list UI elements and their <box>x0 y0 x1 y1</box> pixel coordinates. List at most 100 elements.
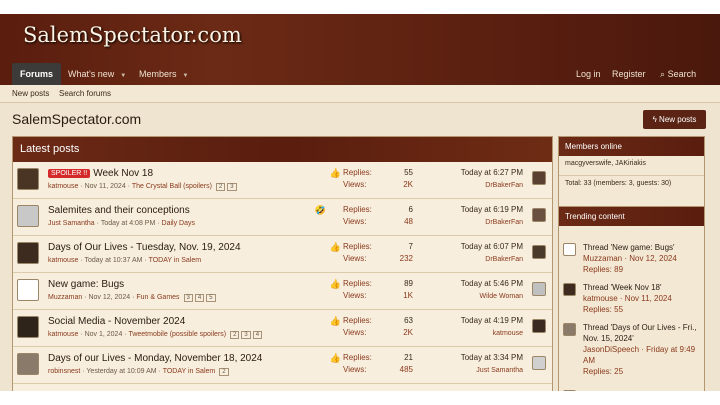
page-link[interactable]: 3 <box>227 183 237 191</box>
members-online-heading: Members online <box>559 137 704 156</box>
chevron-down-icon[interactable]: ▼ <box>183 73 189 79</box>
thread-meta: Muzzaman · Nov 12, 2024 · Fun & Games 34… <box>48 294 216 302</box>
last-post-user[interactable]: Wilde Woman <box>480 293 523 300</box>
login-link[interactable]: Log in <box>568 63 609 85</box>
trending-block: Trending content Thread 'New game: Bugs'… <box>558 206 705 391</box>
avatar[interactable] <box>17 168 39 190</box>
avatar[interactable] <box>563 283 576 296</box>
trending-title[interactable]: Thread 'New game: Bugs' <box>583 243 675 252</box>
last-post-user[interactable]: Just Samantha <box>476 367 523 374</box>
thread-title[interactable]: Social Media - November 2024 <box>48 316 185 327</box>
page-link[interactable]: 3 <box>241 331 251 339</box>
reaction-icon: 🤣 <box>314 205 326 215</box>
thread-date[interactable]: Yesterday at 10:09 AM <box>86 368 156 375</box>
thread-row: Days of our Lives - Monday, November 18,… <box>13 347 552 384</box>
thread-title[interactable]: Salemites and their conceptions <box>48 205 190 216</box>
site-header: SalemSpectator.com Forums What's new ▼ Me… <box>0 14 720 85</box>
trending-title[interactable]: Thread 'Days of Our Lives - <box>583 390 681 391</box>
page-link[interactable]: 2 <box>230 331 240 339</box>
thread-forum[interactable]: The Crystal Ball (spoilers) <box>132 183 212 190</box>
last-poster-avatar[interactable] <box>532 356 546 370</box>
thread-forum[interactable]: Daily Days <box>162 220 195 227</box>
last-post-time[interactable]: Today at 6:19 PM <box>461 205 523 214</box>
avatar[interactable] <box>563 390 576 391</box>
reaction-icon: 👍 <box>329 316 341 326</box>
tab-forums[interactable]: Forums <box>12 63 62 85</box>
last-poster-avatar[interactable] <box>532 245 546 259</box>
trending-meta[interactable]: katmouse · Nov 11, 2024 <box>583 294 672 303</box>
thread-author[interactable]: Just Samantha <box>48 220 95 227</box>
tab-members[interactable]: Members ▼ <box>131 63 196 85</box>
tab-whats-new[interactable]: What's new ▼ <box>60 63 134 85</box>
thread-title[interactable]: SPOILER !! Week Nov 18 <box>48 168 153 179</box>
avatar[interactable] <box>17 242 39 264</box>
thread-date[interactable]: Nov 12, 2024 <box>88 294 130 301</box>
members-online-names[interactable]: macgyverswife, JAKiriakis <box>559 156 704 176</box>
thread-meta: robinsnest · Yesterday at 10:09 AM · TOD… <box>48 368 229 376</box>
reaction-icon: 👍 <box>329 353 341 363</box>
thread-forum[interactable]: TODAY in Salem <box>163 368 216 375</box>
avatar[interactable] <box>563 323 576 336</box>
site-logo[interactable]: SalemSpectator.com <box>23 23 242 47</box>
trending-heading: Trending content <box>559 207 704 226</box>
thread-forum[interactable]: TODAY in Salem <box>149 257 202 264</box>
page-link[interactable]: 4 <box>194 294 205 302</box>
last-post-user[interactable]: DrBakerFan <box>485 256 523 263</box>
search-link[interactable]: ⌕ Search <box>652 63 704 85</box>
avatar[interactable] <box>563 243 576 256</box>
thread-author[interactable]: robinsnest <box>48 368 80 375</box>
thread-forum[interactable]: Fun & Games <box>136 294 179 301</box>
thread-date[interactable]: Nov 1, 2024 <box>85 331 123 338</box>
page-link[interactable]: 5 <box>206 294 216 302</box>
page-link[interactable]: 4 <box>252 331 263 339</box>
thread-date[interactable]: Today at 4:08 PM <box>101 220 155 227</box>
trending-meta[interactable]: Muzzaman · Nov 12, 2024 <box>583 254 677 263</box>
last-poster-avatar[interactable] <box>532 319 546 333</box>
members-online-block: Members online macgyverswife, JAKiriakis… <box>558 136 705 208</box>
last-poster-avatar[interactable] <box>532 171 546 185</box>
new-posts-button[interactable]: ϟ New posts <box>643 110 706 129</box>
thread-author[interactable]: katmouse <box>48 257 78 264</box>
chevron-down-icon[interactable]: ▼ <box>120 73 126 79</box>
trending-meta[interactable]: JasonDiSpeech · Friday at 9:49 AM <box>583 345 695 365</box>
avatar[interactable] <box>17 205 39 227</box>
avatar[interactable] <box>17 316 39 338</box>
new-posts-link[interactable]: New posts <box>12 89 49 98</box>
tab-whats-new-label: What's new <box>68 69 115 79</box>
last-post-time[interactable]: Today at 3:34 PM <box>461 353 523 362</box>
thread-title[interactable]: Days of Our Lives - Tuesday, Nov. 19, 20… <box>48 242 241 253</box>
thread-title[interactable]: New game: Bugs <box>48 279 124 290</box>
avatar[interactable] <box>17 279 39 301</box>
last-post-user[interactable]: DrBakerFan <box>485 219 523 226</box>
page-link[interactable]: 2 <box>215 183 226 191</box>
last-poster-avatar[interactable] <box>532 208 546 222</box>
views-count: 232 <box>399 254 413 263</box>
trending-title[interactable]: Thread 'Days of Our Lives - Fri., Nov. 1… <box>583 323 697 343</box>
page-link[interactable]: 2 <box>219 368 229 376</box>
new-posts-button-label: New posts <box>659 115 697 124</box>
last-post-user[interactable]: katmouse <box>493 330 523 337</box>
last-post-user[interactable]: DrBakerFan <box>485 182 523 189</box>
last-poster-avatar[interactable] <box>532 282 546 296</box>
thread-row: SPOILER !! Week Nov 18 katmouse · Nov 11,… <box>13 162 552 199</box>
thread-author[interactable]: katmouse <box>48 183 78 190</box>
trending-title[interactable]: Thread 'Week Nov 18' <box>583 283 662 292</box>
last-post-time[interactable]: Today at 6:27 PM <box>461 168 523 177</box>
search-forums-link[interactable]: Search forums <box>59 89 111 98</box>
thread-date[interactable]: Nov 11, 2024 <box>85 183 126 190</box>
replies-label: Replies: <box>343 242 372 251</box>
last-post-time[interactable]: Today at 5:46 PM <box>461 279 523 288</box>
thread-forum[interactable]: Tweetmobile (possible spoilers) <box>128 331 226 338</box>
last-post-time[interactable]: Today at 4:19 PM <box>461 316 523 325</box>
last-post-time[interactable]: Today at 6:07 PM <box>461 242 523 251</box>
thread-title[interactable]: Days of our Lives - Monday, November 18,… <box>48 353 262 364</box>
register-link[interactable]: Register <box>604 63 654 85</box>
thread-date[interactable]: Today at 10:37 AM <box>84 257 142 264</box>
page-link[interactable]: 3 <box>183 294 193 302</box>
thread-author[interactable]: Muzzaman <box>48 294 82 301</box>
replies-label: Replies: <box>343 316 372 325</box>
spoiler-prefix[interactable]: SPOILER !! <box>48 169 91 178</box>
thread-author[interactable]: katmouse <box>48 331 78 338</box>
reaction-icon: 👍 <box>329 279 341 289</box>
avatar[interactable] <box>17 353 39 375</box>
